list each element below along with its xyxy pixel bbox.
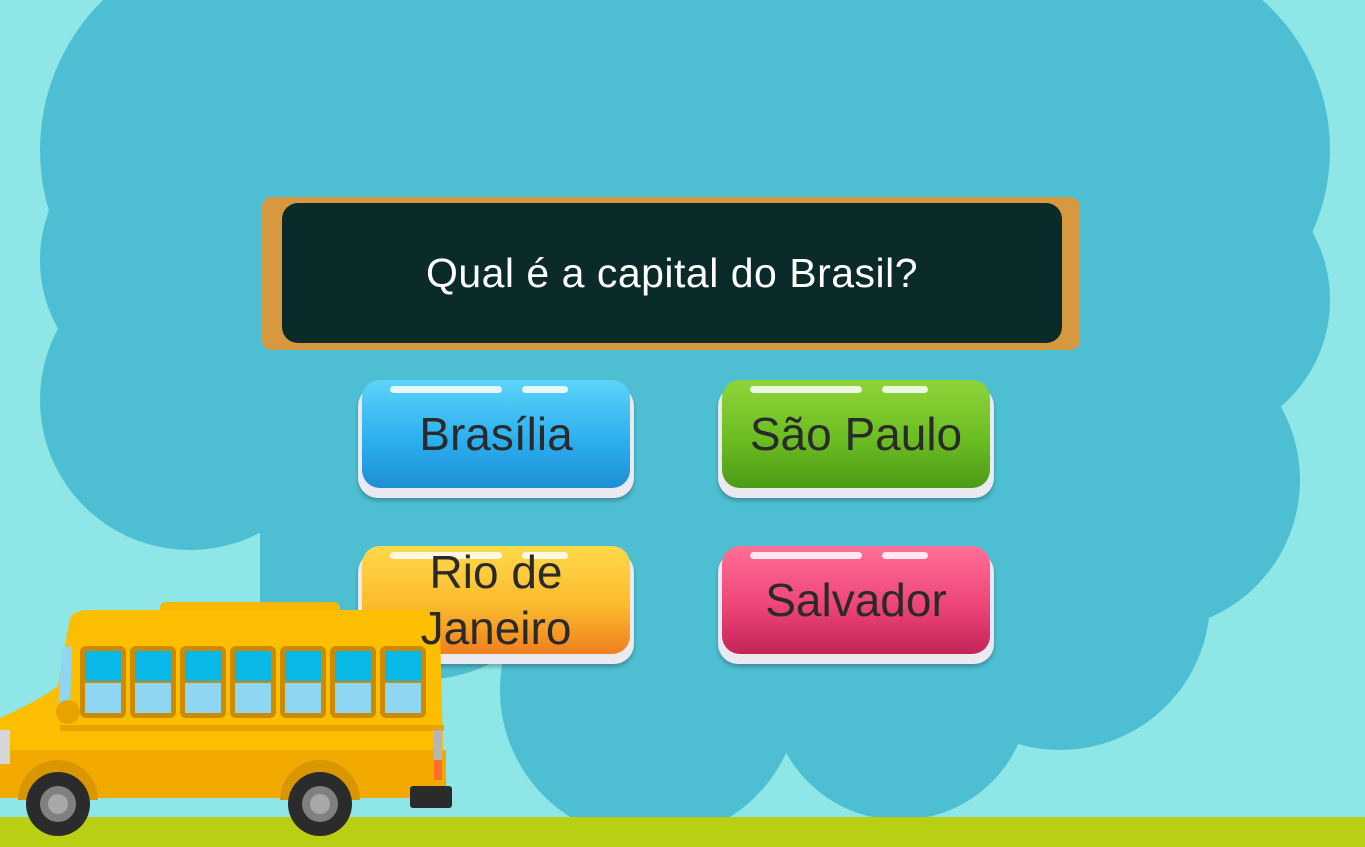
button-shine — [390, 386, 502, 393]
button-face[interactable]: Salvador — [722, 546, 990, 654]
button-shine — [750, 552, 862, 559]
button-shine — [882, 552, 928, 559]
answer-label: São Paulo — [749, 408, 963, 460]
button-face[interactable]: São Paulo — [722, 380, 990, 488]
answer-label: Brasília — [419, 408, 573, 460]
school-bus-icon — [0, 602, 452, 836]
question-board-surface: Qual é a capital do Brasil? — [282, 203, 1062, 343]
question-board: Qual é a capital do Brasil? — [262, 197, 1080, 350]
answer-button-sao-paulo[interactable]: São Paulo — [718, 380, 994, 498]
answer-button-brasilia[interactable]: Brasília — [358, 380, 634, 498]
game-stage: Qual é a capital do Brasil? Brasília São… — [0, 0, 1365, 847]
question-text: Qual é a capital do Brasil? — [425, 249, 919, 296]
answer-label: Salvador — [765, 574, 947, 626]
answer-button-salvador[interactable]: Salvador — [718, 546, 994, 664]
button-shine — [882, 386, 928, 393]
button-face[interactable]: Brasília — [362, 380, 630, 488]
answer-label: Rio de Janeiro — [420, 546, 572, 654]
button-shine — [522, 386, 568, 393]
button-shine — [750, 386, 862, 393]
